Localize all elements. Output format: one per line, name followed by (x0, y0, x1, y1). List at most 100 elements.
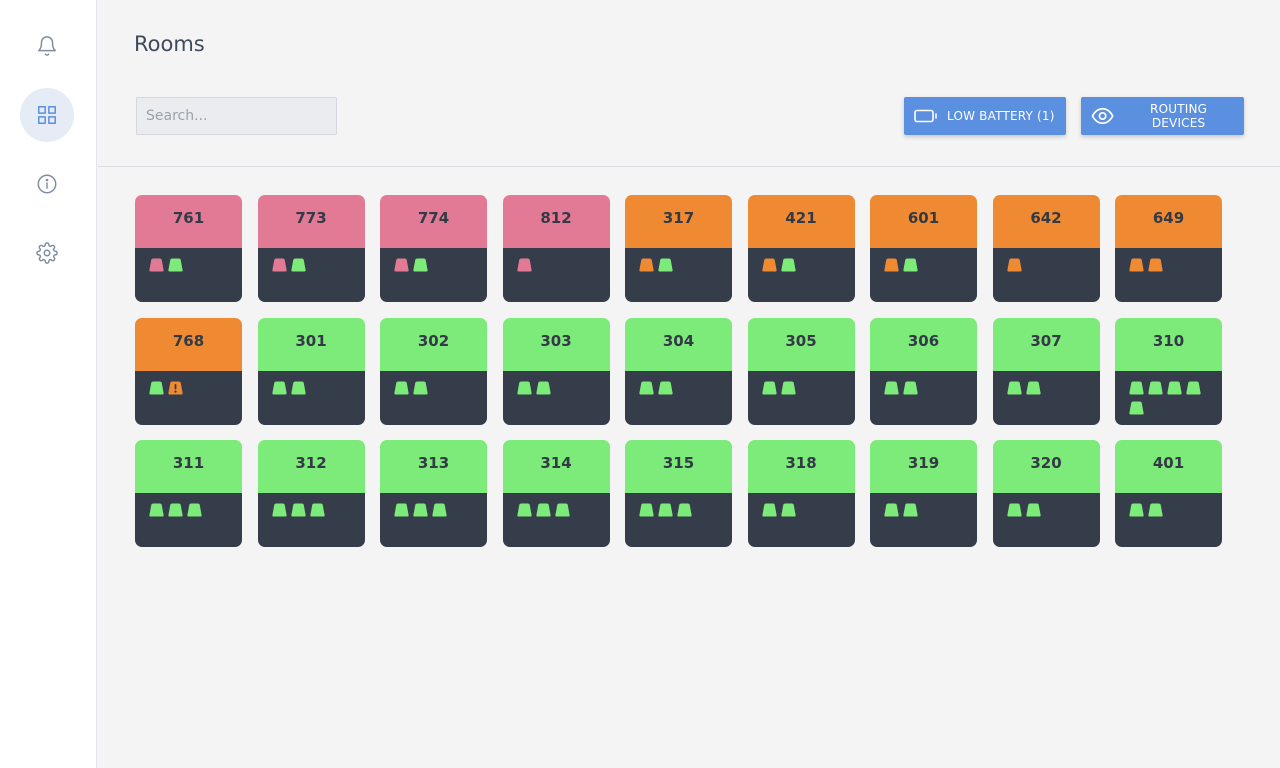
device-icon (187, 503, 202, 517)
device-icon (903, 503, 918, 517)
room-status-header: 318 (747, 440, 855, 493)
room-status-header: 812 (502, 195, 610, 248)
device-icon (1148, 258, 1163, 272)
room-device-list (625, 370, 732, 425)
device-icon (516, 503, 532, 517)
room-tile[interactable]: 768 (135, 317, 242, 425)
room-tile[interactable]: 307 (992, 317, 1100, 425)
device-icon (149, 258, 164, 272)
device-icon (271, 381, 287, 394)
device-icon (149, 381, 164, 394)
main-content: Rooms LOW BATTERY (1) ROUTING DEVICES 76… (98, 0, 1280, 768)
room-tile[interactable]: 312 (257, 440, 365, 547)
room-status-header: 305 (747, 317, 855, 371)
device-icon (168, 258, 183, 272)
room-tile[interactable]: 649 (1115, 195, 1222, 302)
device-icon (271, 503, 287, 517)
low-battery-label: LOW BATTERY (1) (947, 109, 1055, 123)
room-device-list (992, 370, 1100, 425)
room-tile[interactable]: 774 (380, 195, 487, 302)
room-status-header: 306 (870, 317, 977, 371)
sidebar-item-info[interactable] (20, 157, 74, 211)
routing-devices-label: ROUTING DEVICES (1150, 102, 1208, 130)
room-status-header: 310 (1115, 317, 1222, 371)
room-tile[interactable]: 313 (380, 440, 487, 547)
room-status-header: 761 (135, 195, 242, 248)
device-icon (432, 503, 447, 517)
room-tile[interactable]: 601 (870, 195, 977, 302)
room-device-list (380, 493, 487, 547)
room-tile[interactable]: 319 (870, 440, 977, 547)
room-tile[interactable]: 318 (747, 440, 855, 547)
device-icon (639, 503, 654, 517)
device-icon (677, 503, 692, 517)
room-tile[interactable]: 306 (870, 317, 977, 425)
device-icon (413, 503, 428, 517)
room-tile[interactable]: 812 (502, 195, 610, 302)
sidebar-item-settings[interactable] (20, 226, 74, 280)
room-tile[interactable]: 315 (625, 440, 732, 547)
sidebar-item-notifications[interactable] (20, 19, 74, 73)
room-status-header: 768 (135, 317, 242, 371)
room-number: 313 (417, 454, 450, 472)
device-icon (394, 503, 409, 517)
room-tile[interactable]: 401 (1115, 440, 1222, 547)
room-number: 318 (785, 454, 817, 472)
room-status-header: 312 (257, 440, 365, 493)
room-status-header: 314 (502, 440, 610, 493)
room-device-list (135, 493, 242, 547)
battery-icon (914, 109, 937, 123)
device-icon (884, 503, 899, 517)
device-icon (761, 503, 777, 517)
room-tile[interactable]: 421 (747, 195, 855, 302)
room-device-list (502, 493, 610, 547)
room-number: 312 (295, 454, 327, 472)
device-icon (290, 381, 306, 394)
room-number: 774 (417, 209, 450, 227)
room-number: 311 (172, 454, 205, 472)
room-status-header: 401 (1115, 440, 1222, 493)
search-input[interactable] (136, 97, 337, 135)
routing-devices-button[interactable]: ROUTING DEVICES (1081, 97, 1244, 135)
room-number: 303 (540, 331, 572, 350)
room-device-list (625, 248, 732, 302)
room-tile[interactable]: 320 (992, 440, 1100, 547)
device-icon (271, 258, 287, 272)
room-tile[interactable]: 317 (625, 195, 732, 302)
room-tile[interactable]: 311 (135, 440, 242, 547)
device-icon (1129, 258, 1144, 272)
room-tile[interactable]: 773 (257, 195, 365, 302)
room-tile[interactable]: 303 (502, 317, 610, 425)
page-title: Rooms (134, 32, 205, 56)
device-icon (1006, 258, 1022, 272)
room-number: 601 (907, 209, 940, 227)
room-device-list (135, 248, 242, 302)
room-status-header: 601 (870, 195, 977, 248)
device-icon (290, 503, 306, 517)
room-device-list (747, 493, 855, 547)
room-tile[interactable]: 305 (747, 317, 855, 425)
device-icon (639, 258, 654, 272)
device-icon (780, 381, 796, 394)
device-icon (168, 503, 183, 517)
room-number: 320 (1030, 454, 1062, 472)
room-status-header: 313 (380, 440, 487, 493)
device-icon (554, 503, 570, 517)
low-battery-filter-button[interactable]: LOW BATTERY (1) (904, 97, 1066, 135)
grid-icon (38, 106, 56, 124)
room-tile[interactable]: 304 (625, 317, 732, 425)
room-number: 761 (172, 209, 205, 227)
device-icon (309, 503, 325, 517)
room-tile[interactable]: 642 (992, 195, 1100, 302)
sidebar-item-rooms[interactable] (20, 88, 74, 142)
room-device-list (625, 493, 732, 547)
room-tile[interactable]: 314 (502, 440, 610, 547)
device-icon (884, 258, 899, 272)
room-device-list (747, 370, 855, 425)
room-tile[interactable]: 310 (1115, 317, 1222, 425)
room-device-list (380, 248, 487, 302)
room-tile[interactable]: 302 (380, 317, 487, 425)
info-icon (37, 174, 57, 194)
room-tile[interactable]: 301 (257, 317, 365, 425)
room-tile[interactable]: 761 (135, 195, 242, 302)
